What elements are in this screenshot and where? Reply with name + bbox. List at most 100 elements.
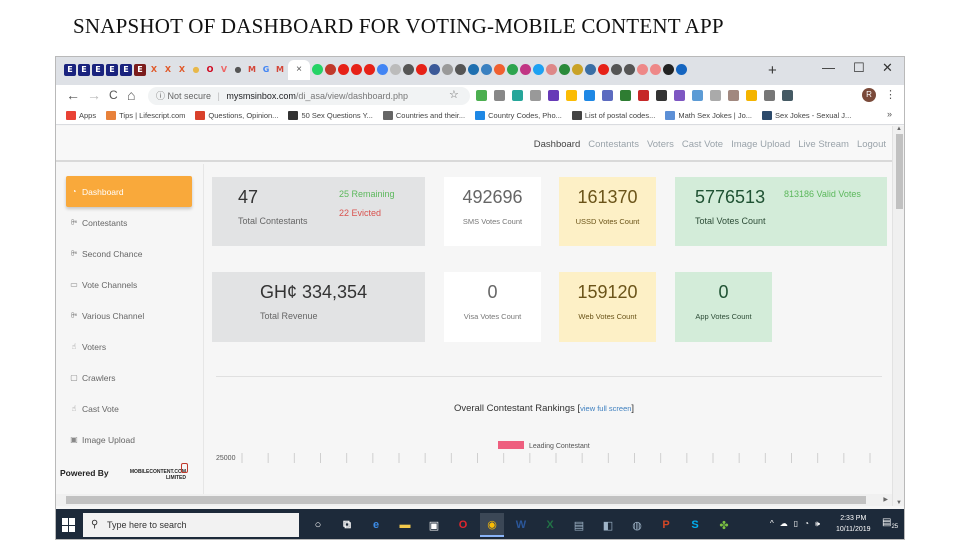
taskbar-app-generic-icon[interactable]: ◍ — [625, 513, 649, 537]
active-tab-close-icon[interactable]: × — [288, 60, 310, 80]
twitter-favicon-icon[interactable] — [533, 64, 544, 75]
youtube-favicon-icon[interactable] — [351, 64, 362, 75]
speed-favicon-icon[interactable] — [325, 64, 336, 75]
extension-icon[interactable] — [512, 90, 523, 101]
extension-icon[interactable] — [764, 90, 775, 101]
maximize-button[interactable]: ☐ — [853, 60, 865, 76]
bookmark-item[interactable]: Questions, Opinion... — [195, 111, 278, 120]
topnav-dashboard[interactable]: Dashboard — [534, 139, 580, 150]
taskbar-clover-icon[interactable]: ✤ — [712, 513, 736, 537]
x-favicon-icon[interactable]: X — [148, 64, 160, 76]
extension-icon[interactable] — [638, 90, 649, 101]
usb-icon[interactable]: ▯ — [794, 519, 798, 529]
forward-button[interactable]: → — [87, 87, 101, 103]
sidebar-item-image-upload[interactable]: ▣ Image Upload — [66, 424, 192, 455]
show-hidden-icons[interactable]: ^ — [770, 519, 774, 529]
sidebar-item-second-chance[interactable]: ꔼ Second Chance — [66, 238, 192, 269]
scroll-up-icon[interactable]: ▲ — [896, 126, 902, 132]
extension-icon[interactable] — [692, 90, 703, 101]
bookmark-item[interactable]: Sex Jokes - Sexual J... — [762, 111, 851, 120]
extension-icon[interactable] — [710, 90, 721, 101]
extension-icon[interactable] — [674, 90, 685, 101]
link-favicon-icon[interactable] — [494, 64, 505, 75]
circle-favicon-icon[interactable]: ● — [190, 64, 202, 76]
facebook-favicon-icon[interactable] — [429, 64, 440, 75]
youtube-favicon-icon[interactable] — [364, 64, 375, 75]
circle-favicon-icon[interactable] — [468, 64, 479, 75]
sidebar-item-contestants[interactable]: ꔼ Contestants — [66, 207, 192, 238]
extension-icon[interactable] — [584, 90, 595, 101]
onedrive-icon[interactable]: ☁ — [780, 519, 788, 529]
volume-icon[interactable]: 🕪 — [815, 519, 820, 529]
gmail-favicon-icon[interactable]: M — [274, 64, 286, 76]
bookmark-item[interactable]: Tips | Lifescript.com — [106, 111, 185, 120]
youtube-favicon-icon[interactable] — [416, 64, 427, 75]
vertical-scrollbar[interactable]: ▲ ▼ — [892, 126, 904, 506]
news-favicon-icon[interactable] — [637, 64, 648, 75]
sidebar-item-various-channel[interactable]: ꔼ Various Channel — [66, 300, 192, 331]
sidebar-item-crawlers[interactable]: ▢ Crawlers — [66, 362, 192, 393]
opera-favicon-icon[interactable]: O — [204, 64, 216, 76]
extension-icon[interactable] — [566, 90, 577, 101]
gmail-favicon-icon[interactable]: M — [246, 64, 258, 76]
legend-swatch[interactable] — [498, 441, 524, 449]
extension-icon[interactable] — [494, 90, 505, 101]
e-favicon-icon[interactable]: E — [78, 64, 90, 76]
topnav-voters[interactable]: Voters — [647, 139, 674, 150]
e-favicon-icon[interactable]: E — [92, 64, 104, 76]
d-favicon-icon[interactable] — [507, 64, 518, 75]
taskbar-clock[interactable]: 2:33 PM 10/11/2019 — [836, 513, 871, 535]
taskbar-opera-icon[interactable]: O — [451, 513, 475, 537]
x-favicon-icon[interactable]: X — [176, 64, 188, 76]
horizontal-scrollbar[interactable]: ▶ — [56, 494, 892, 506]
bookmark-item[interactable]: List of postal codes... — [571, 111, 655, 120]
topnav-contestants[interactable]: Contestants — [588, 139, 639, 150]
we-favicon-icon[interactable] — [663, 64, 674, 75]
notification-center-icon[interactable]: ▤25 — [882, 517, 898, 531]
taskbar-file-explorer-icon[interactable]: ▬ — [393, 513, 417, 537]
address-bar[interactable]: ⓘ Not secure | mysmsinbox.com/di_asa/vie… — [148, 87, 470, 105]
extension-icon[interactable] — [602, 90, 613, 101]
view-full-screen-link[interactable]: view full screen — [580, 404, 631, 413]
youtube-favicon-icon[interactable] — [338, 64, 349, 75]
globe-favicon-icon[interactable] — [455, 64, 466, 75]
globe-favicon-icon[interactable] — [611, 64, 622, 75]
extension-icon[interactable] — [548, 90, 559, 101]
globe-favicon-icon[interactable] — [403, 64, 414, 75]
taskbar-search-input[interactable]: ⚲ Type here to search — [83, 513, 299, 537]
sidebar-item-vote-channels[interactable]: ▭ Vote Channels — [66, 269, 192, 300]
extension-icon[interactable] — [620, 90, 631, 101]
profile-avatar[interactable]: R — [862, 88, 876, 102]
horizontal-scroll-thumb[interactable] — [66, 496, 866, 504]
taskbar-app-generic-icon[interactable]: ▤ — [567, 513, 591, 537]
cart-favicon-icon[interactable] — [442, 64, 453, 75]
extension-icon[interactable] — [728, 90, 739, 101]
extension-icon[interactable] — [476, 90, 487, 101]
google-favicon-icon[interactable] — [377, 64, 388, 75]
mail-favicon-icon[interactable] — [546, 64, 557, 75]
e-favicon-icon[interactable]: E — [106, 64, 118, 76]
taskbar-excel-icon[interactable]: X — [538, 513, 562, 537]
google-favicon-icon[interactable]: G — [260, 64, 272, 76]
home-button[interactable]: ⌂ — [127, 87, 135, 103]
sidebar-item-cast-vote[interactable]: ☝ Cast Vote — [66, 393, 192, 424]
whatsapp-favicon-icon[interactable] — [312, 64, 323, 75]
back-button[interactable]: ← — [66, 87, 80, 103]
vertical-scroll-thumb[interactable] — [896, 134, 903, 209]
e-favicon-icon[interactable]: E — [120, 64, 132, 76]
x-favicon-icon[interactable]: X — [162, 64, 174, 76]
topnav-image-upload[interactable]: Image Upload — [731, 139, 790, 150]
extension-icon[interactable] — [656, 90, 667, 101]
new-tab-button[interactable]: + — [768, 62, 777, 79]
topnav-logout[interactable]: Logout — [857, 139, 886, 150]
taskbar-store-icon[interactable]: ▣ — [422, 513, 446, 537]
taskbar-cortana-icon[interactable]: ○ — [306, 513, 330, 537]
bookmark-star-icon[interactable]: ☆ — [449, 88, 459, 101]
youtube-favicon-icon[interactable] — [598, 64, 609, 75]
sidebar-item-voters[interactable]: ☝ Voters — [66, 331, 192, 362]
extension-icon[interactable] — [782, 90, 793, 101]
minimize-button[interactable]: — — [822, 60, 835, 75]
vp-favicon-icon[interactable]: V — [218, 64, 230, 76]
bookmark-item[interactable]: Apps — [66, 111, 96, 120]
taskbar-app-generic-icon[interactable]: ◧ — [596, 513, 620, 537]
